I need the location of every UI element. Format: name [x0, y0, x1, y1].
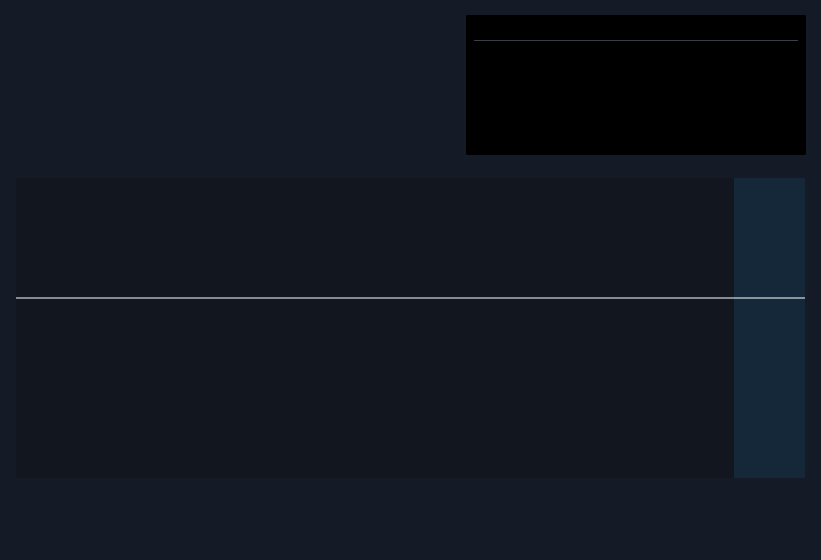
plot-background [16, 178, 805, 478]
tooltip-date [474, 23, 798, 41]
tooltip [466, 15, 806, 155]
forecast-highlight [734, 178, 805, 478]
